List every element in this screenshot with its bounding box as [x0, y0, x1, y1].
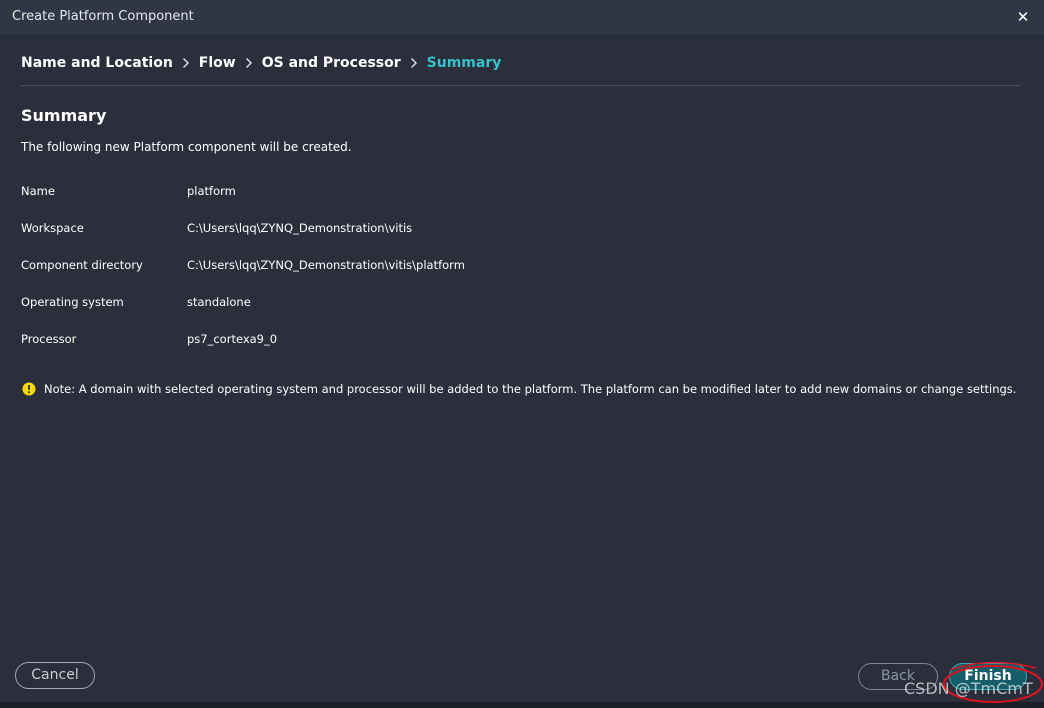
summary-key: Operating system [21, 295, 124, 309]
csdn-watermark: CSDN @TmCmT [904, 679, 1033, 698]
breadcrumb-flow[interactable]: Flow [199, 55, 236, 71]
summary-value: standalone [187, 295, 251, 309]
summary-row-component-directory: Component directory C:\Users\lqq\ZYNQ_De… [21, 249, 921, 286]
summary-value: C:\Users\lqq\ZYNQ_Demonstration\vitis [187, 221, 413, 235]
cancel-button[interactable]: Cancel [15, 662, 95, 689]
summary-value: platform [187, 184, 236, 198]
page-description: The following new Platform component wil… [21, 140, 352, 154]
summary-row-processor: Processor ps7_cortexa9_0 [21, 323, 921, 360]
breadcrumb-name-and-location[interactable]: Name and Location [21, 55, 173, 71]
summary-key: Workspace [21, 221, 84, 235]
page-title: Summary [21, 106, 107, 125]
close-button[interactable]: ✕ [1012, 6, 1034, 28]
breadcrumb-summary[interactable]: Summary [427, 55, 502, 71]
summary-value: C:\Users\lqq\ZYNQ_Demonstration\vitis\pl… [187, 258, 465, 272]
breadcrumb: Name and Location Flow OS and Processor … [21, 53, 501, 73]
summary-key: Processor [21, 332, 77, 346]
breadcrumb-os-and-processor[interactable]: OS and Processor [262, 55, 401, 71]
summary-row-name: Name platform [21, 175, 921, 212]
chevron-right-icon [401, 55, 427, 71]
warning-icon [22, 382, 36, 396]
close-icon: ✕ [1016, 8, 1030, 26]
summary-key: Name [21, 184, 55, 198]
summary-key: Component directory [21, 258, 143, 272]
chevron-right-icon [236, 55, 262, 71]
summary-row-workspace: Workspace C:\Users\lqq\ZYNQ_Demonstratio… [21, 212, 921, 249]
note-text: Note: A domain with selected operating s… [44, 382, 1017, 396]
window-title: Create Platform Component [12, 9, 194, 24]
note-banner: Note: A domain with selected operating s… [22, 382, 1016, 396]
header-divider [21, 85, 1021, 86]
chevron-right-icon [173, 55, 199, 71]
create-platform-dialog: Create Platform Component ✕ Name and Loc… [0, 0, 1044, 702]
summary-row-operating-system: Operating system standalone [21, 286, 921, 323]
title-bar: Create Platform Component ✕ [0, 0, 1044, 35]
summary-table: Name platform Workspace C:\Users\lqq\ZYN… [21, 175, 921, 360]
summary-value: ps7_cortexa9_0 [187, 332, 278, 346]
